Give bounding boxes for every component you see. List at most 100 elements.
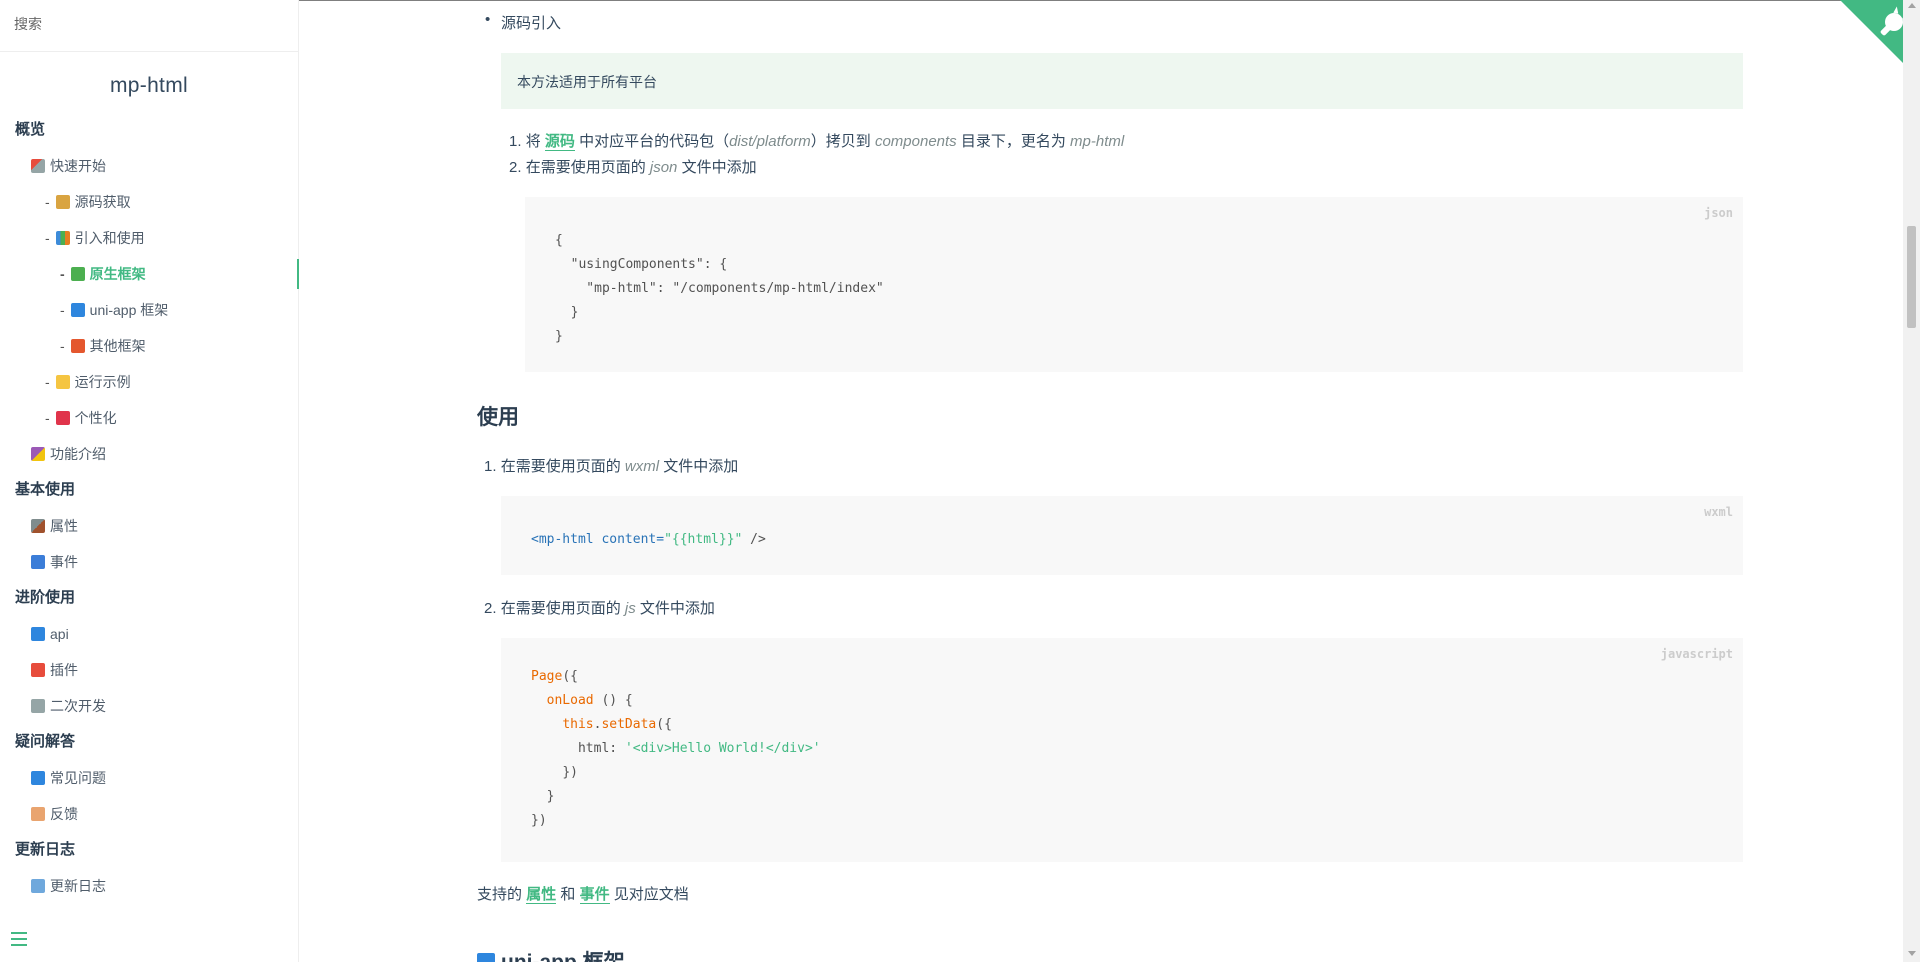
sidebar-item[interactable]: 功能介绍 bbox=[0, 436, 298, 472]
green-book-icon bbox=[70, 267, 85, 281]
scroll-thumb[interactable] bbox=[1907, 226, 1916, 328]
sidebar-item[interactable]: 属性 bbox=[0, 508, 298, 544]
orange-book-icon bbox=[70, 339, 85, 353]
sidebar-item[interactable]: 反馈 bbox=[0, 796, 298, 832]
props-link[interactable]: 属性 bbox=[526, 886, 557, 904]
support-paragraph: 支持的 属性 和 事件 见对应文档 bbox=[477, 886, 689, 904]
nav-dash: - bbox=[60, 338, 65, 354]
sidebar-item-label: 属性 bbox=[50, 518, 78, 534]
sidebar-item-label: 运行示例 bbox=[74, 374, 131, 390]
sidebar-section-title: 进阶使用 bbox=[15, 589, 76, 606]
sidebar-item-label: 源码获取 bbox=[74, 194, 131, 210]
sidebar-item[interactable]: 二次开发 bbox=[0, 688, 298, 724]
json-code: { "usingComponents": { "mp-html": "/comp… bbox=[555, 229, 1713, 349]
mailbox-icon bbox=[31, 555, 45, 569]
heading-use: 使用 bbox=[477, 406, 519, 429]
sidebar-item[interactable]: 更新日志 bbox=[0, 868, 298, 904]
nav-dash: - bbox=[60, 266, 65, 282]
sidebar-item[interactable]: - uni-app 框架 bbox=[0, 292, 298, 328]
wrench-icon bbox=[31, 699, 45, 713]
sidebar-item-label: api bbox=[50, 626, 69, 642]
json-code-block: json { "usingComponents": { "mp-html": "… bbox=[525, 197, 1743, 372]
sidebar-item[interactable]: - 个性化 bbox=[0, 400, 298, 436]
code-line: "mp-html": "/components/mp-html/index" bbox=[555, 281, 884, 296]
sidebar-item[interactable]: 常见问题 bbox=[0, 760, 298, 796]
app-name[interactable]: mp-html bbox=[0, 74, 298, 98]
sidebar-item-label: 原生框架 bbox=[89, 266, 146, 282]
code-lang-label: javascript bbox=[1660, 647, 1733, 661]
nav-dash: - bbox=[60, 302, 65, 318]
search-input[interactable] bbox=[14, 16, 284, 32]
sidebar-item[interactable]: - 运行示例 bbox=[0, 364, 298, 400]
vertical-scrollbar[interactable] bbox=[1903, 0, 1920, 962]
sidebar-item-label: 引入和使用 bbox=[74, 230, 145, 246]
sidebar-item[interactable]: - 引入和使用 bbox=[0, 220, 298, 256]
menu-toggle-icon[interactable] bbox=[11, 932, 27, 946]
sidebar-item-label: 插件 bbox=[50, 662, 78, 678]
bullet-source-import: 源码引入 bbox=[485, 11, 561, 33]
sidebar-item-label: 常见问题 bbox=[50, 770, 106, 786]
books-icon bbox=[55, 231, 70, 245]
sidebar-section-title: 疑问解答 bbox=[15, 733, 76, 750]
tip-box: 本方法适用于所有平台 bbox=[501, 53, 1743, 109]
search-bar bbox=[0, 0, 298, 52]
scroll-down-arrow-icon[interactable] bbox=[1908, 951, 1916, 956]
nav-dash: - bbox=[45, 194, 50, 210]
sidebar-item[interactable]: 快速开始 bbox=[0, 148, 298, 184]
sidebar-item[interactable]: - 原生框架 bbox=[0, 256, 299, 292]
sidebar-item-label: 功能介绍 bbox=[50, 446, 106, 462]
nav-dash: - bbox=[45, 230, 50, 246]
package-icon bbox=[55, 195, 70, 209]
wxml-code-block: wxml <mp-html content="{{html}}" /> bbox=[501, 496, 1743, 575]
sidebar-item-label: uni-app 框架 bbox=[89, 302, 169, 318]
book-icon bbox=[31, 771, 45, 785]
sidebar-item[interactable]: 事件 bbox=[0, 544, 298, 580]
js-code-block: javascript Page({ onLoad () { this.setDa… bbox=[501, 638, 1743, 862]
events-link[interactable]: 事件 bbox=[579, 886, 610, 904]
hammer-icon bbox=[31, 519, 45, 533]
sidebar-item-label: 快速开始 bbox=[50, 158, 106, 174]
pin-icon bbox=[55, 411, 70, 425]
sidebar-item[interactable]: - 其他框架 bbox=[0, 328, 298, 364]
party-icon bbox=[31, 447, 45, 461]
sidebar-item[interactable]: api bbox=[0, 616, 298, 652]
blue-book-icon bbox=[70, 303, 85, 317]
blue-book-icon bbox=[477, 953, 495, 962]
js-code: Page({ onLoad () { this.setData({ html: … bbox=[531, 669, 821, 828]
sidebar-item[interactable]: - 源码获取 bbox=[0, 184, 298, 220]
code-line: } bbox=[555, 329, 563, 344]
sidebar-item[interactable]: 插件 bbox=[0, 652, 298, 688]
code-line: } bbox=[555, 305, 579, 320]
sidebar-item-label: 个性化 bbox=[74, 410, 117, 426]
rocket-icon bbox=[31, 159, 45, 173]
nav-dash: - bbox=[45, 410, 50, 426]
sidebar-item-label: 二次开发 bbox=[50, 698, 106, 714]
sidebar: mp-html 概览快速开始 - 源码获取 - 引入和使用 - 原生框架 - uni-app 框… bbox=[0, 0, 299, 962]
pushpin-icon bbox=[31, 663, 45, 677]
bulb-icon bbox=[55, 375, 70, 389]
main-content: 源码引入 本方法适用于所有平台 1. 将 源码 中对应平台的代码包（dist/p… bbox=[477, 0, 1743, 962]
sidebar-nav: 概览快速开始 - 源码获取 - 引入和使用 - 原生框架 - uni-app 框架 - 其他框架 - 运… bbox=[0, 112, 299, 904]
sidebar-section-title: 基本使用 bbox=[15, 481, 76, 498]
nav-dash: - bbox=[45, 374, 50, 390]
sidebar-item-label: 反馈 bbox=[50, 806, 78, 822]
code-lang-label: json bbox=[1704, 206, 1733, 220]
use-step-2: 2. 在需要使用页面的 js 文件中添加 bbox=[484, 600, 715, 617]
sidebar-item-label: 更新日志 bbox=[50, 878, 106, 894]
scroll-up-arrow-icon[interactable] bbox=[1908, 3, 1916, 8]
heading-uniapp: uni-app 框架 bbox=[477, 946, 625, 962]
step-2: 2. 在需要使用页面的 json 文件中添加 bbox=[509, 159, 757, 176]
sidebar-section-title: 概览 bbox=[15, 121, 46, 138]
wxml-code: <mp-html content="{{html}}" /> bbox=[531, 532, 766, 547]
sidebar-item-label: 事件 bbox=[50, 554, 78, 570]
open-book-icon bbox=[31, 879, 45, 893]
sidebar-item-label: 其他框架 bbox=[89, 338, 146, 354]
use-step-1: 1. 在需要使用页面的 wxml 文件中添加 bbox=[484, 458, 739, 475]
code-line: "usingComponents": { bbox=[555, 257, 728, 272]
step-1: 1. 将 源码 中对应平台的代码包（dist/platform）拷贝到 comp… bbox=[509, 133, 1125, 151]
magnifier-icon bbox=[31, 627, 45, 641]
source-link[interactable]: 源码 bbox=[544, 133, 575, 151]
code-line: { bbox=[555, 233, 563, 248]
envelope-icon bbox=[31, 807, 45, 821]
code-lang-label: wxml bbox=[1704, 505, 1733, 519]
